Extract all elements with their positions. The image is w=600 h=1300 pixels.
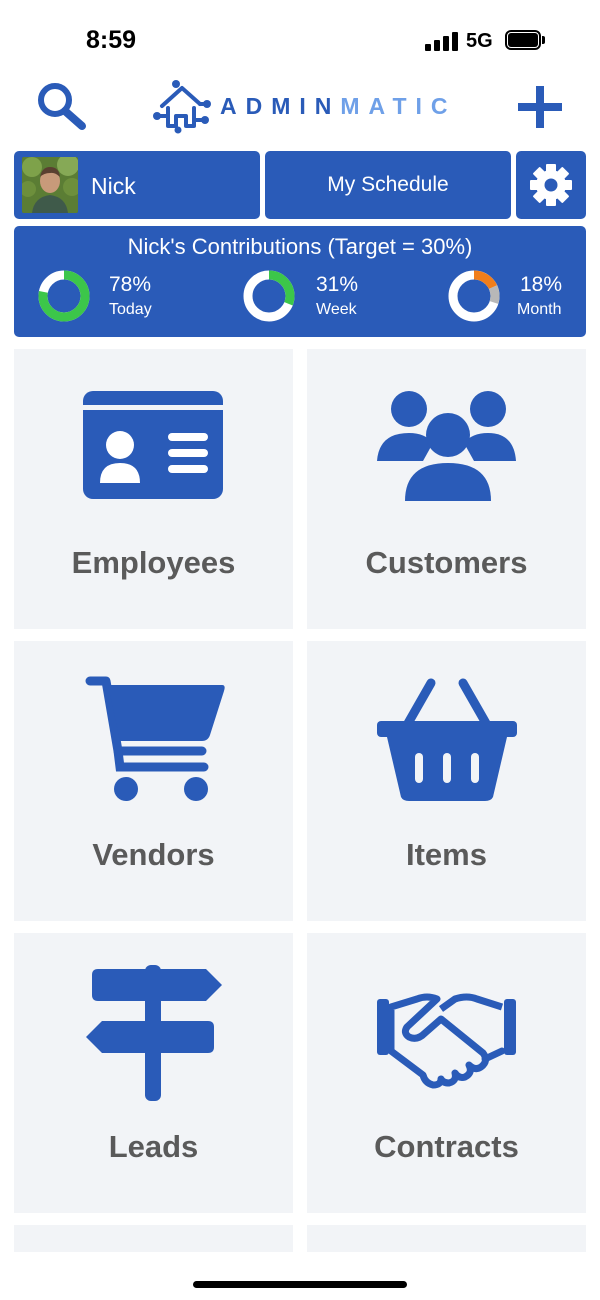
- user-profile-button[interactable]: Nick: [14, 151, 260, 219]
- handshake-icon: [377, 993, 516, 1089]
- logo-text-admin: ADMIN: [220, 93, 341, 119]
- shopping-cart-icon: [85, 676, 225, 801]
- progress-ring-today: [38, 270, 90, 322]
- metric-today: 78% Today: [36, 268, 186, 324]
- logo-text-matic: MATIC: [340, 93, 457, 119]
- battery-icon: [505, 30, 545, 50]
- tile-contracts-label: Contracts: [374, 1129, 519, 1164]
- user-name: Nick: [91, 173, 136, 199]
- metric-month-value: 18%: [520, 273, 563, 296]
- my-schedule-button[interactable]: My Schedule: [265, 151, 511, 219]
- people-group-icon: [377, 391, 516, 501]
- metric-week: 31% Week: [241, 268, 391, 324]
- basket-icon: [377, 678, 517, 801]
- house-circuit-icon: [153, 80, 211, 134]
- gear-icon: [530, 164, 572, 206]
- app-logo: ADMINMATIC: [150, 78, 450, 134]
- bottom-safe-area: [0, 1252, 600, 1300]
- signpost-icon: [86, 965, 222, 1101]
- search-button[interactable]: [36, 82, 88, 132]
- tile-customers[interactable]: Customers: [307, 349, 586, 629]
- tile-vendors[interactable]: Vendors: [14, 641, 293, 921]
- tile-leads-label: Leads: [108, 1129, 199, 1164]
- metric-month: 18% Month: [446, 268, 596, 324]
- id-card-icon: [83, 391, 223, 499]
- contributions-panel[interactable]: Nick's Contributions (Target = 30%) 78% …: [14, 226, 586, 337]
- tile-items-label: Items: [406, 837, 487, 872]
- metric-week-value: 31%: [316, 273, 359, 296]
- search-icon: [38, 83, 86, 130]
- tile-vendors-label: Vendors: [92, 837, 215, 872]
- tile-employees-label: Employees: [71, 545, 236, 580]
- plus-icon: [518, 86, 562, 128]
- home-indicator[interactable]: [193, 1281, 407, 1288]
- metric-week-label: Week: [316, 301, 357, 318]
- metric-month-label: Month: [517, 301, 562, 318]
- status-time: 8:59: [86, 26, 137, 54]
- progress-ring-week: [243, 270, 295, 322]
- logo-text: ADMINMATIC: [220, 93, 457, 120]
- contributions-title: Nick's Contributions (Target = 30%): [127, 234, 473, 259]
- tile-contracts[interactable]: Contracts: [307, 933, 586, 1213]
- status-bar: 8:59 5G: [0, 0, 600, 80]
- tile-items[interactable]: Items: [307, 641, 586, 921]
- metric-today-value: 78%: [109, 273, 152, 296]
- tile-employees[interactable]: Employees: [14, 349, 293, 629]
- signal-icon: [425, 31, 459, 51]
- add-button[interactable]: [514, 82, 566, 132]
- menu-grid: Employees Customers Vendors Items Leads …: [0, 337, 600, 1265]
- network-type: 5G: [466, 30, 493, 52]
- metric-today-label: Today: [109, 301, 152, 318]
- avatar: [22, 157, 78, 213]
- progress-ring-month: [448, 270, 500, 322]
- settings-button[interactable]: [516, 151, 586, 219]
- tile-customers-label: Customers: [365, 545, 528, 580]
- tile-leads[interactable]: Leads: [14, 933, 293, 1213]
